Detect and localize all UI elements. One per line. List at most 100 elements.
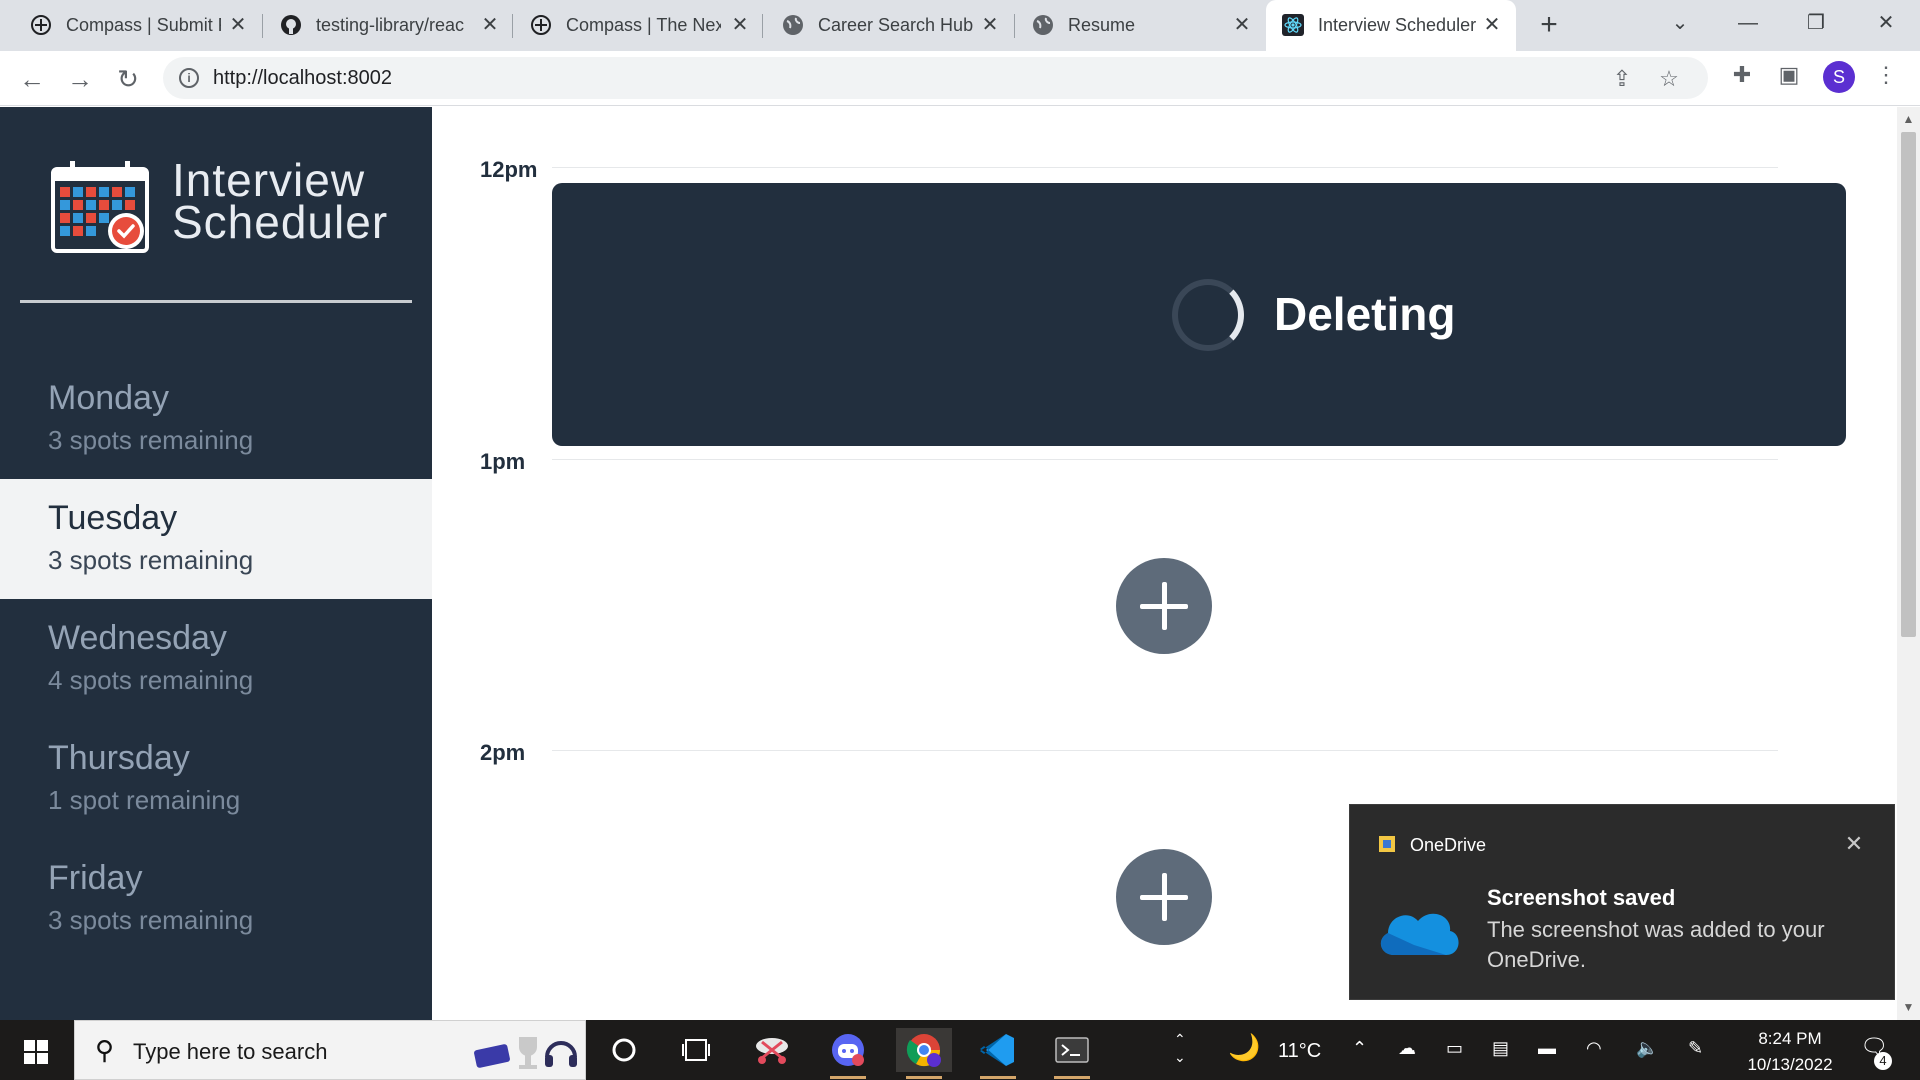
tab-interview-scheduler[interactable]: Interview Scheduler ✕ (1266, 0, 1516, 51)
restore-button[interactable]: ❐ (1796, 8, 1836, 38)
notification-body: The screenshot was added to your OneDriv… (1487, 917, 1825, 972)
tab-resume[interactable]: Resume ✕ (1002, 0, 1262, 51)
page-scrollbar[interactable]: ▲ ▼ (1897, 107, 1920, 1020)
url-text[interactable]: http://localhost:8002 (213, 67, 392, 90)
sidebar-divider (20, 300, 412, 303)
close-tab-icon[interactable]: ✕ (478, 13, 502, 37)
tab-testing-library[interactable]: testing-library/reac ✕ (250, 0, 510, 51)
tab-career-search[interactable]: Career Search Hub: ✕ (752, 0, 1012, 51)
weather-temperature[interactable]: 11°C (1278, 1040, 1321, 1063)
display-icon[interactable]: ▤ (1492, 1038, 1509, 1059)
share-icon[interactable]: ⇪ (1610, 67, 1634, 91)
search-placeholder: Type here to search (133, 1039, 328, 1064)
windows-start-icon[interactable] (24, 1040, 48, 1064)
close-tab-icon[interactable]: ✕ (978, 13, 1002, 37)
snip-sketch-icon[interactable] (744, 1028, 800, 1072)
tab-compass-next[interactable]: Compass | The Nex ✕ (500, 0, 760, 51)
scroll-down-arrow-icon[interactable]: ▼ (1902, 1001, 1915, 1014)
scroll-up-arrow-icon[interactable]: ▲ (1902, 113, 1915, 126)
day-name: Monday (48, 379, 169, 417)
react-icon (1282, 14, 1304, 36)
brand-line-1: Interview (172, 154, 366, 206)
address-bar[interactable]: i http://localhost:8002 ⇪ ☆ (163, 57, 1708, 99)
search-highlight-illustration-icon (474, 1037, 577, 1069)
day-spots: 4 spots remaining (48, 665, 254, 695)
onedrive-tray-icon[interactable]: ☁ (1398, 1038, 1416, 1059)
volume-icon[interactable]: 🔈 (1636, 1038, 1658, 1059)
running-indicator (980, 1076, 1016, 1079)
meet-now-icon[interactable]: ▭ (1446, 1038, 1463, 1059)
terminal-icon[interactable] (1044, 1028, 1100, 1079)
extensions-icon[interactable]: ✚ (1728, 61, 1756, 89)
task-view-icon[interactable] (668, 1028, 724, 1072)
close-tab-icon[interactable]: ✕ (1230, 13, 1254, 37)
compass-icon (531, 15, 551, 35)
scrollbar-thumb[interactable] (1901, 132, 1916, 637)
show-hidden-icons-chevron-icon[interactable]: ⌃ (1352, 1038, 1367, 1059)
notification-title: Screenshot saved (1487, 885, 1676, 910)
discord-icon[interactable] (820, 1028, 876, 1079)
running-indicator (906, 1076, 942, 1079)
onedrive-cloud-icon (1380, 913, 1459, 955)
vscode-icon[interactable] (970, 1028, 1026, 1079)
new-tab-button[interactable]: + (1534, 10, 1564, 40)
day-name: Wednesday (48, 619, 227, 657)
add-appointment-button[interactable] (1116, 558, 1212, 654)
day-item-wednesday[interactable]: Wednesday 4 spots remaining (0, 599, 432, 719)
compass-icon (31, 15, 51, 35)
reload-button[interactable]: ↻ (112, 63, 144, 95)
window-close-button[interactable]: ✕ (1866, 8, 1906, 38)
notification-count-badge: 4 (1874, 1052, 1892, 1070)
bookmark-star-icon[interactable]: ☆ (1657, 67, 1681, 91)
brand-line-2: Scheduler (172, 196, 389, 248)
close-notification-icon[interactable]: ✕ (1842, 831, 1866, 857)
tab-compass-submit[interactable]: Compass | Submit F ✕ (0, 0, 260, 51)
day-spots: 1 spot remaining (48, 785, 241, 815)
running-indicator (830, 1076, 866, 1079)
battery-icon[interactable]: ▬ (1538, 1038, 1556, 1059)
close-tab-icon[interactable]: ✕ (1480, 13, 1504, 37)
forward-button[interactable]: → (64, 63, 96, 95)
taskbar-scroll-chevron-icon[interactable]: ⌃ ⌄ (1174, 1030, 1186, 1066)
clock-date: 10/13/2022 (1747, 1055, 1833, 1074)
wifi-icon[interactable]: ◠ (1586, 1038, 1602, 1059)
tab-title: Compass | Submit F (66, 15, 221, 35)
day-item-friday[interactable]: Friday 3 spots remaining (0, 839, 432, 959)
tab-search-chevron-icon[interactable]: ⌄ (1660, 8, 1700, 38)
browser-toolbar: ← → ↻ i http://localhost:8002 ⇪ ☆ (0, 51, 1920, 106)
weather-icon[interactable]: 🌙 (1228, 1032, 1260, 1063)
onedrive-notification[interactable]: OneDrive ✕ Screenshot saved The screensh… (1349, 804, 1895, 1000)
browser-tab-strip: Compass | Submit F ✕ testing-library/rea… (0, 0, 1920, 51)
close-tab-icon[interactable]: ✕ (728, 13, 752, 37)
minimize-button[interactable]: — (1728, 8, 1768, 38)
clock-time: 8:24 PM (1758, 1029, 1822, 1048)
time-divider (552, 167, 1778, 168)
time-label-1pm: 1pm (480, 449, 526, 474)
calendar-logo-icon (51, 161, 149, 253)
day-item-thursday[interactable]: Thursday 1 spot remaining (0, 719, 432, 839)
taskbar-search-box[interactable]: ⚲ Type here to search (74, 1020, 586, 1080)
tab-title: testing-library/reac (316, 15, 465, 35)
app-brand: Interview Scheduler (172, 154, 389, 248)
back-button[interactable]: ← (16, 63, 48, 95)
time-divider (552, 459, 1778, 460)
add-appointment-button[interactable] (1116, 849, 1212, 945)
tab-title: Resume (1068, 15, 1136, 35)
status-message: Deleting (1274, 288, 1456, 340)
profile-avatar[interactable]: S (1823, 61, 1855, 93)
tab-title: Compass | The Nex (566, 15, 721, 35)
time-label-2pm: 2pm (480, 740, 526, 765)
close-tab-icon[interactable]: ✕ (226, 13, 250, 37)
day-item-tuesday[interactable]: Tuesday 3 spots remaining (0, 479, 432, 599)
day-item-monday[interactable]: Monday 3 spots remaining (0, 359, 432, 479)
taskbar-clock[interactable]: 8:24 PM 10/13/2022 (1740, 1026, 1840, 1078)
pen-icon[interactable]: ✎ (1688, 1038, 1703, 1059)
globe-icon (1033, 15, 1053, 35)
site-info-icon[interactable]: i (179, 68, 199, 88)
notification-app-name: OneDrive (1410, 835, 1487, 855)
chrome-icon[interactable] (896, 1028, 952, 1079)
side-panel-icon[interactable]: ▣ (1775, 61, 1803, 89)
browser-menu-icon[interactable]: ⋮ (1872, 61, 1900, 89)
cortana-icon[interactable] (596, 1028, 652, 1072)
day-spots: 3 spots remaining (48, 545, 254, 575)
